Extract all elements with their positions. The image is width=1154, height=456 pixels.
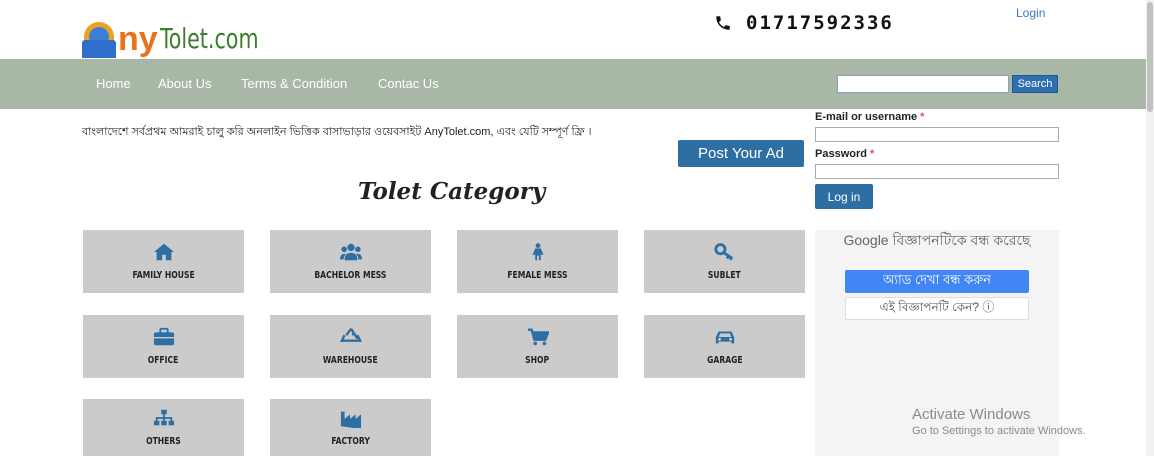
- car-icon: [715, 331, 734, 344]
- phone-number: 01717592336: [714, 12, 894, 34]
- category-label: OFFICE: [148, 355, 179, 366]
- password-label: Password *: [815, 148, 875, 160]
- required-mark: *: [920, 111, 925, 123]
- category-label: BACHELOR MESS: [314, 270, 387, 281]
- windows-activation-watermark: Activate Windows Go to Settings to activ…: [912, 406, 1086, 437]
- password-field[interactable]: [815, 164, 1059, 179]
- page-scrollbar[interactable]: [1146, 0, 1154, 456]
- site-logo[interactable]: ny Tolet.com: [82, 12, 292, 58]
- recycle-icon: [339, 328, 362, 342]
- search-button[interactable]: Search: [1012, 75, 1058, 93]
- category-factory[interactable]: FACTORY: [270, 399, 431, 456]
- nav-about-us[interactable]: About Us: [158, 76, 211, 91]
- home-icon: [153, 243, 174, 261]
- category-label: SUBLET: [708, 270, 741, 281]
- scrollbar-thumb[interactable]: [1147, 2, 1153, 112]
- ad-closed-text: Google বিজ্ঞাপনটিকে বন্ধ করেছে: [843, 232, 1031, 248]
- category-sublet[interactable]: SUBLET: [644, 230, 805, 293]
- login-button[interactable]: Log in: [815, 184, 873, 209]
- logo-house-icon: [82, 22, 116, 58]
- category-warehouse[interactable]: WAREHOUSE: [270, 315, 431, 378]
- logo-wordmark: ny Tolet.com: [118, 20, 259, 58]
- key-icon: [713, 243, 733, 261]
- login-link[interactable]: Login: [1016, 6, 1045, 20]
- category-label: FEMALE MESS: [507, 270, 568, 281]
- briefcase-icon: [153, 327, 174, 346]
- phone-icon: [716, 16, 730, 30]
- site-notice: বাংলাদেশে সর্বপ্রথম আমরাই চালু করি অনলাই…: [82, 126, 592, 138]
- category-label: OTHERS: [146, 436, 181, 447]
- category-female-mess[interactable]: FEMALE MESS: [457, 230, 618, 293]
- female-icon: [532, 243, 543, 261]
- category-garage[interactable]: GARAGE: [644, 315, 805, 378]
- stop-ad-button[interactable]: অ্যাড দেখা বন্ধ করুন: [845, 270, 1029, 293]
- category-office[interactable]: OFFICE: [83, 315, 244, 378]
- post-ad-button[interactable]: Post Your Ad: [678, 140, 804, 167]
- category-label: GARAGE: [706, 355, 743, 366]
- why-ad-button[interactable]: এই বিজ্ঞাপনটি কেন? ⓘ: [845, 297, 1029, 320]
- industry-icon: [340, 411, 361, 428]
- category-label: FACTORY: [331, 436, 370, 447]
- category-title: Tolet Category: [358, 178, 546, 205]
- category-label: FAMILY HOUSE: [132, 270, 195, 281]
- category-family-house[interactable]: FAMILY HOUSE: [83, 230, 244, 293]
- nav-home[interactable]: Home: [96, 76, 131, 91]
- category-shop[interactable]: SHOP: [457, 315, 618, 378]
- nav-contact[interactable]: Contac Us: [378, 76, 439, 91]
- logo-text: Tolet.com: [159, 22, 259, 55]
- category-others[interactable]: OTHERS: [83, 399, 244, 456]
- phone-text: 01717592336: [746, 12, 894, 34]
- category-label: SHOP: [525, 355, 550, 366]
- search-input[interactable]: [837, 75, 1009, 93]
- category-label: WAREHOUSE: [323, 355, 378, 366]
- username-label: E-mail or username *: [815, 111, 925, 123]
- nav-terms[interactable]: Terms & Condition: [241, 76, 347, 91]
- activate-title: Activate Windows: [912, 406, 1031, 423]
- activate-subtitle: Go to Settings to activate Windows.: [912, 425, 1086, 437]
- cart-icon: [527, 328, 549, 346]
- group-icon: [339, 243, 362, 261]
- required-mark: *: [870, 148, 875, 160]
- sitemap-icon: [153, 409, 174, 426]
- category-bachelor-mess[interactable]: BACHELOR MESS: [270, 230, 431, 293]
- username-field[interactable]: [815, 127, 1059, 142]
- main-navbar: Home About Us Terms & Condition Contac U…: [0, 59, 1146, 109]
